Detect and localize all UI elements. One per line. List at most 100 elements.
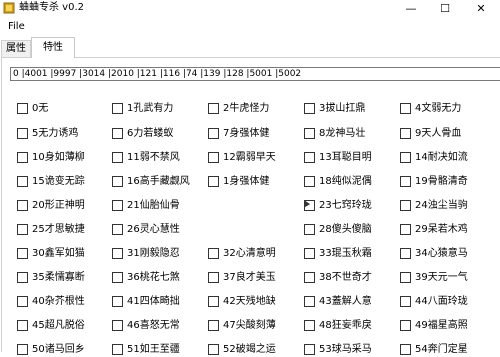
trait-checkbox[interactable]	[304, 152, 315, 163]
trait-checkbox[interactable]	[400, 152, 411, 163]
trait-checkbox[interactable]	[17, 176, 28, 187]
trait-checkbox[interactable]	[112, 152, 123, 163]
trait-label: 9天人骨血	[415, 128, 462, 139]
trait-checkbox[interactable]	[400, 200, 411, 211]
trait-checkbox[interactable]	[208, 296, 219, 307]
trait-label: 24浊尘当驹	[415, 200, 468, 211]
trait-checkbox[interactable]	[304, 224, 315, 235]
trait-label: 40杂芥根性	[32, 296, 85, 307]
trait-checkbox[interactable]	[304, 176, 315, 187]
trait-checkbox[interactable]	[304, 296, 315, 307]
trait-label: 51如王至疆	[127, 344, 180, 355]
trait-label: 28傻头傻脑	[319, 224, 372, 235]
trait-checkbox[interactable]	[112, 344, 123, 355]
trait-checkbox[interactable]	[400, 272, 411, 283]
trait-checkbox-grid: 0无 1孔武有力 2牛虎怪力 3拔山扛鼎 4文弱无力 5无力诱鸡 6力若蝼蚁 7身强体健 8龙神…	[0, 0, 500, 355]
trait-label: 36桃花七煞	[127, 272, 180, 283]
trait-checkbox[interactable]	[17, 272, 28, 283]
trait-checkbox[interactable]	[17, 128, 28, 139]
trait-checkbox[interactable]	[17, 320, 28, 331]
trait-checkbox[interactable]	[304, 103, 315, 114]
trait-label: 8龙神马壮	[319, 128, 366, 139]
trait-checkbox[interactable]	[208, 248, 219, 259]
trait-label: 41四体畸拙	[127, 296, 180, 307]
trait-label: 15诡变无踪	[32, 176, 85, 187]
trait-checkbox[interactable]	[112, 296, 123, 307]
trait-label: 42天残地缺	[223, 296, 276, 307]
trait-checkbox[interactable]	[17, 200, 28, 211]
trait-label: 30鑫军如猫	[32, 248, 85, 259]
trait-label: 7身强体健	[223, 128, 270, 139]
trait-checkbox[interactable]	[304, 128, 315, 139]
trait-checkbox[interactable]	[17, 224, 28, 235]
tab-traits[interactable]: 特性	[31, 37, 75, 58]
trait-label: 18纯似泥偶	[319, 176, 372, 187]
trait-label: 48狂妄乖戾	[319, 320, 372, 331]
trait-checkbox[interactable]	[304, 344, 315, 355]
trait-label: 20形正神明	[32, 200, 85, 211]
trait-label: 35柔懦寡断	[32, 272, 85, 283]
trait-checkbox[interactable]	[208, 152, 219, 163]
trait-label: 1孔武有力	[127, 103, 174, 114]
trait-checkbox[interactable]	[400, 176, 411, 187]
trait-label: 23七窍玲珑	[319, 200, 372, 211]
trait-checkbox[interactable]	[400, 128, 411, 139]
trait-checkbox[interactable]	[208, 176, 219, 187]
trait-label: 0无	[32, 103, 49, 114]
trait-label: 52破竭之运	[223, 344, 276, 355]
trait-checkbox[interactable]	[112, 320, 123, 331]
trait-label: 25才思敏捷	[32, 224, 85, 235]
trait-label: 37良才美玉	[223, 272, 276, 283]
trait-label: 44八面玲珑	[415, 296, 468, 307]
trait-checkbox[interactable]	[112, 176, 123, 187]
trait-label: 54奔门定星	[415, 344, 468, 355]
trait-label: 29呆若木鸡	[415, 224, 468, 235]
trait-label: 31刚毅隐忍	[127, 248, 180, 259]
trait-label: 11弱不禁风	[127, 152, 180, 163]
trait-checkbox[interactable]	[17, 296, 28, 307]
trait-label: 43蓋解人意	[319, 296, 372, 307]
trait-checkbox[interactable]	[112, 103, 123, 114]
trait-checkbox[interactable]	[112, 272, 123, 283]
trait-checkbox[interactable]	[112, 248, 123, 259]
trait-label: 10身如薄柳	[32, 152, 85, 163]
trait-checkbox[interactable]	[208, 128, 219, 139]
trait-checkbox[interactable]	[400, 248, 411, 259]
trait-checkbox[interactable]	[400, 296, 411, 307]
trait-label: 19骨骼清奇	[415, 176, 468, 187]
trait-checkbox[interactable]	[208, 320, 219, 331]
trait-checkbox[interactable]	[400, 320, 411, 331]
trait-checkbox[interactable]	[112, 224, 123, 235]
trait-label: 33琨玉秋霜	[319, 248, 372, 259]
trait-checkbox[interactable]	[208, 272, 219, 283]
trait-checkbox[interactable]	[17, 103, 28, 114]
trait-checkbox[interactable]	[17, 248, 28, 259]
trait-checkbox[interactable]	[400, 224, 411, 235]
trait-label: 3拔山扛鼎	[319, 103, 366, 114]
trait-checkbox[interactable]	[304, 272, 315, 283]
trait-label: 46喜怒无常	[127, 320, 180, 331]
trait-checkbox[interactable]	[17, 344, 28, 355]
trait-label: 50诸马回乡	[32, 344, 85, 355]
trait-checkbox[interactable]	[304, 320, 315, 331]
trait-checkbox[interactable]	[400, 344, 411, 355]
trait-checkbox[interactable]	[112, 128, 123, 139]
trait-checkbox[interactable]	[17, 152, 28, 163]
trait-label: 6力若蝼蚁	[127, 128, 174, 139]
trait-label: 2牛虎怪力	[223, 103, 270, 114]
trait-checkbox[interactable]	[400, 103, 411, 114]
trait-label: 45超凡脱俗	[32, 320, 85, 331]
trait-checkbox[interactable]	[208, 344, 219, 355]
trait-label: 21仙胎仙骨	[127, 200, 180, 211]
trait-label: 4文弱无力	[415, 103, 462, 114]
trait-checkbox[interactable]	[112, 200, 123, 211]
trait-label: 13耳聪目明	[319, 152, 372, 163]
trait-label: 12霸弱早天	[223, 152, 276, 163]
trait-checkbox[interactable]	[304, 248, 315, 259]
trait-label: 5无力诱鸡	[32, 128, 79, 139]
trait-label: 34心猿意马	[415, 248, 468, 259]
trait-label: 38不世奇才	[319, 272, 372, 283]
trait-label: 49福星高照	[415, 320, 468, 331]
trait-checkbox[interactable]	[208, 103, 219, 114]
trait-label: 26灵心慧性	[127, 224, 180, 235]
